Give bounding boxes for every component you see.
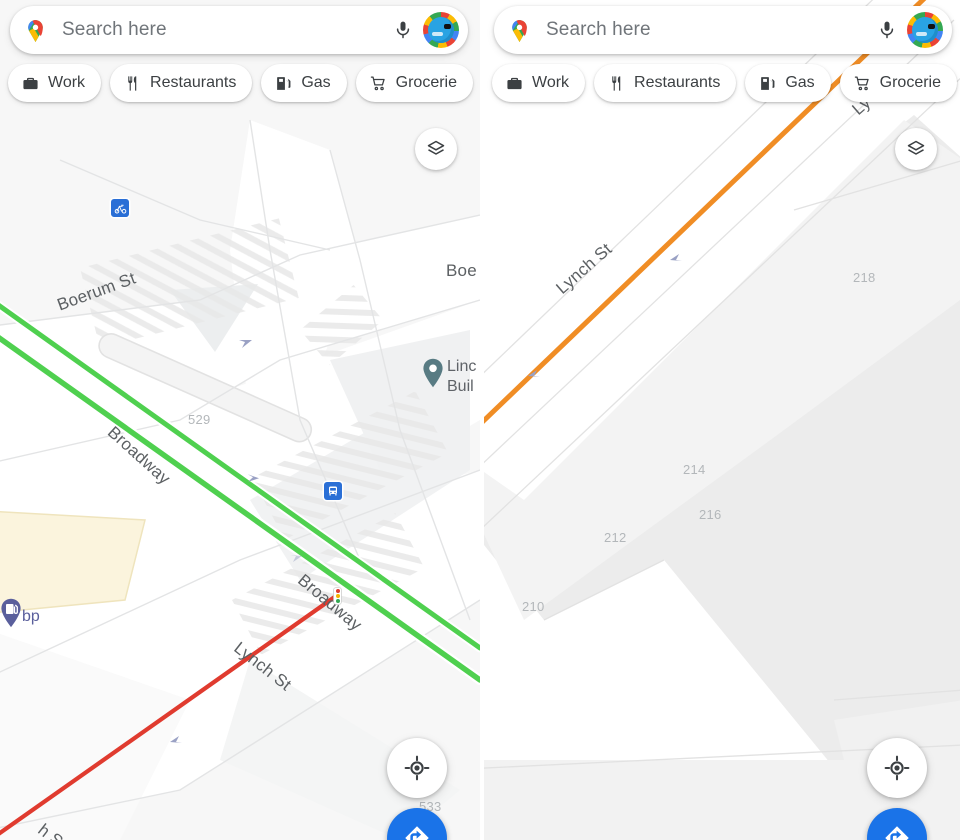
briefcase-icon: [23, 77, 38, 89]
fuel-pump-icon: [277, 76, 291, 90]
search-bar[interactable]: Search here: [10, 6, 468, 54]
my-location-button[interactable]: [867, 738, 927, 798]
microphone-icon[interactable]: [393, 17, 413, 43]
chip-label: Grocerie: [395, 74, 458, 91]
category-chip-row: Work Restaurants Gas Grocerie: [8, 64, 474, 102]
chip-label: Restaurants: [150, 74, 237, 91]
google-maps-pin-icon: [512, 19, 527, 42]
fork-knife-icon: [612, 75, 621, 91]
layers-icon: [907, 140, 925, 155]
chip-label: Gas: [301, 74, 331, 91]
bus-icon[interactable]: [324, 482, 342, 500]
microphone-icon[interactable]: [877, 17, 897, 43]
chip-gas[interactable]: Gas: [261, 64, 347, 102]
layers-icon: [427, 140, 445, 155]
dual-map-screenshot: Boerum St Broadway Broadway Lynch St h S…: [0, 0, 960, 840]
my-location-icon: [404, 755, 430, 781]
search-input[interactable]: Search here: [546, 19, 877, 41]
chip-label: Restaurants: [634, 74, 721, 91]
chip-work[interactable]: Work: [492, 64, 586, 102]
search-bar[interactable]: Search here: [494, 6, 952, 54]
chip-label: Work: [532, 74, 570, 91]
directions-arrow-icon: [885, 826, 909, 840]
chip-label: Work: [48, 74, 86, 91]
chip-groceries[interactable]: Grocerie: [355, 64, 474, 102]
chip-gas[interactable]: Gas: [745, 64, 831, 102]
traffic-signal-icon: [334, 588, 341, 604]
bicycle-icon[interactable]: [111, 199, 129, 217]
chip-groceries[interactable]: Grocerie: [839, 64, 958, 102]
chip-restaurants[interactable]: Restaurants: [110, 64, 253, 102]
briefcase-icon: [507, 77, 522, 89]
map-layers-button[interactable]: [415, 128, 457, 170]
chip-label: Grocerie: [879, 74, 942, 91]
map-canvas-left[interactable]: [0, 0, 480, 840]
directions-arrow-icon: [405, 826, 429, 840]
shopping-cart-icon: [370, 75, 385, 90]
google-maps-pin-icon: [28, 19, 43, 42]
fork-knife-icon: [128, 75, 137, 91]
fuel-pump-icon: [761, 76, 775, 90]
left-panel: Boerum St Broadway Broadway Lynch St h S…: [0, 0, 480, 840]
shopping-cart-icon: [854, 75, 869, 90]
chip-label: Gas: [785, 74, 815, 91]
category-chip-row: Work Restaurants Gas Grocerie: [492, 64, 958, 102]
right-panel: Lynch St Ly 218 214 216 212 210 Search h…: [480, 0, 960, 840]
chip-restaurants[interactable]: Restaurants: [594, 64, 737, 102]
my-location-icon: [884, 755, 910, 781]
avatar[interactable]: [423, 12, 459, 48]
avatar[interactable]: [907, 12, 943, 48]
search-input[interactable]: Search here: [62, 19, 393, 41]
map-layers-button[interactable]: [895, 128, 937, 170]
chip-work[interactable]: Work: [8, 64, 102, 102]
my-location-button[interactable]: [387, 738, 447, 798]
map-canvas-right[interactable]: [484, 0, 960, 840]
